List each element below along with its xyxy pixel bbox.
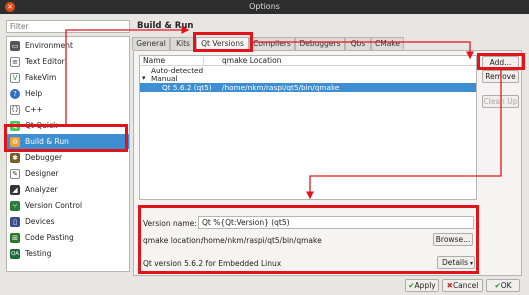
tree-row-label: Manual <box>151 74 178 83</box>
sidebar-item-label: Devices <box>25 217 55 226</box>
sidebar-item-designer[interactable]: ✎ Designer <box>7 166 129 181</box>
tree-row-manual[interactable]: ▾ Manual <box>140 74 476 83</box>
sidebar-item-label: Designer <box>25 169 59 178</box>
apply-label: Apply <box>414 281 436 290</box>
title-bar: ✕ Options <box>0 0 529 14</box>
annotation-box-build-run <box>4 124 128 152</box>
qt-version-name: Qt 5.6.2 (qt5) <box>162 83 212 92</box>
cancel-button[interactable]: ✖Cancel <box>442 279 483 292</box>
sidebar-item-help[interactable]: ? Help <box>7 86 129 101</box>
analyzer-icon: ◢ <box>10 184 20 195</box>
clean-up-button[interactable]: Clean Up <box>482 95 519 108</box>
debugger-icon: ✱ <box>10 152 20 163</box>
tree-header: Name | qmake Location <box>140 56 476 66</box>
tree-row-qt-5-6-2[interactable]: Qt 5.6.2 (qt5) /home/nkm/raspi/qt5/bin/q… <box>140 83 476 92</box>
designer-icon: ✎ <box>10 168 20 179</box>
sidebar-item-label: Debugger <box>25 153 63 162</box>
sidebar-item-testing[interactable]: QA Testing <box>7 246 129 261</box>
sidebar-item-analyzer[interactable]: ◢ Analyzer <box>7 182 129 197</box>
ok-button[interactable]: ✔OK <box>486 279 520 292</box>
sidebar-item-label: Text Editor <box>25 57 65 66</box>
column-header-qmake-location[interactable]: qmake Location <box>222 56 281 65</box>
fakevim-icon: V <box>10 72 20 83</box>
tab-general[interactable]: General <box>132 37 170 50</box>
sidebar: ▭ Environment ≡ Text Editor V FakeVim ? … <box>6 36 130 272</box>
sidebar-item-label: Analyzer <box>25 185 58 194</box>
sidebar-item-environment[interactable]: ▭ Environment <box>7 38 129 53</box>
sidebar-item-code-pasting[interactable]: ⊞ Code Pasting <box>7 230 129 245</box>
help-icon: ? <box>10 88 20 99</box>
qt-version-location: /home/nkm/raspi/qt5/bin/qmake <box>222 83 340 92</box>
sidebar-item-fakevim[interactable]: V FakeVim <box>7 70 129 85</box>
cancel-label: Cancel <box>452 281 479 290</box>
qt-versions-tree[interactable]: Name | qmake Location Auto-detected ▾ Ma… <box>139 55 477 200</box>
tab-cmake[interactable]: CMake <box>371 37 404 50</box>
column-header-name[interactable]: Name <box>143 56 165 65</box>
remove-button[interactable]: Remove <box>482 70 519 83</box>
window-title: Options <box>249 2 280 11</box>
sidebar-item-label: Version Control <box>25 201 83 210</box>
testing-icon: QA <box>10 248 20 259</box>
sidebar-item-cpp[interactable]: {} C++ <box>7 102 129 117</box>
devices-icon: ▯ <box>10 216 20 227</box>
sidebar-item-version-control[interactable]: ⑂ Version Control <box>7 198 129 213</box>
code-pasting-icon: ⊞ <box>10 232 20 243</box>
sidebar-item-label: FakeVim <box>25 73 57 82</box>
tab-bar: General Kits Qt Versions Compilers Debug… <box>132 37 522 51</box>
tab-debuggers[interactable]: Debuggers <box>295 37 345 50</box>
tab-compilers[interactable]: Compilers <box>249 37 295 50</box>
tab-qbs[interactable]: Qbs <box>345 37 371 50</box>
expand-arrow-icon[interactable]: ▾ <box>142 74 146 83</box>
annotation-box-add-button <box>477 53 525 70</box>
sidebar-item-label: Help <box>25 89 43 98</box>
monitor-icon: ▭ <box>10 40 20 51</box>
filter-input[interactable] <box>6 20 130 33</box>
version-control-icon: ⑂ <box>10 200 20 211</box>
sidebar-item-debugger[interactable]: ✱ Debugger <box>7 150 129 165</box>
sidebar-item-label: Testing <box>25 249 52 258</box>
page-title: Build & Run <box>137 21 194 31</box>
sidebar-item-devices[interactable]: ▯ Devices <box>7 214 129 229</box>
sidebar-item-label: Code Pasting <box>25 233 74 242</box>
sidebar-item-text-editor[interactable]: ≡ Text Editor <box>7 54 129 69</box>
annotation-box-details <box>138 205 479 274</box>
apply-button[interactable]: ✔Apply <box>405 279 439 292</box>
sidebar-item-label: Environment <box>25 41 73 50</box>
annotation-box-qt-versions-tab <box>193 32 253 52</box>
text-editor-icon: ≡ <box>10 56 20 67</box>
ok-label: OK <box>500 281 512 290</box>
sidebar-item-label: C++ <box>25 105 43 114</box>
cpp-icon: {} <box>10 104 20 115</box>
